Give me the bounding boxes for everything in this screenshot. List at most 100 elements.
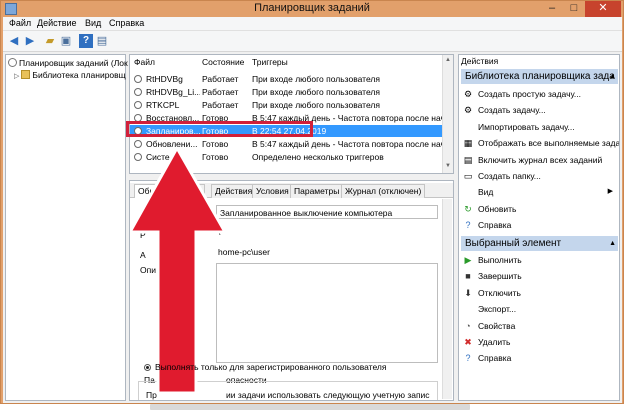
name-label: Им: [140, 209, 152, 219]
tab-settings[interactable]: Параметры: [290, 184, 344, 198]
action-selected-0[interactable]: ▶ Выполнить: [463, 253, 613, 267]
tab-history[interactable]: Журнал (отключен): [341, 184, 426, 198]
action-selected-3[interactable]: Экспорт...: [463, 302, 613, 316]
clock-icon: [134, 140, 142, 148]
submenu-arrow-icon: ▶: [607, 188, 613, 196]
menu-file[interactable]: Файл: [9, 18, 31, 28]
section-selected-item[interactable]: Выбранный элемент ▲: [461, 236, 618, 251]
action-label: Отключить: [478, 287, 521, 298]
stop-icon: ■: [465, 271, 471, 282]
action-label: Включить журнал всех заданий: [478, 154, 603, 165]
close-button[interactable]: ✕: [585, 1, 621, 17]
action-label: Создать задачу...: [478, 105, 546, 116]
action-label: Импортировать задачу...: [478, 121, 575, 132]
clock-icon: [134, 153, 142, 161]
column-header-triggers[interactable]: Триггеры: [252, 57, 288, 67]
action-library-5[interactable]: ▭ Создать папку...: [463, 169, 613, 183]
run-only-logged-on-label: Выполнять только для зарегистрированного…: [155, 362, 387, 372]
table-row[interactable]: Обновлени... Готово В 5:47 каждый день -…: [130, 138, 443, 150]
action-label: Выполнить: [478, 255, 522, 265]
action-library-3[interactable]: ▦ Отображать все выполняемые зада: [463, 136, 619, 150]
collapse-icon[interactable]: ▲: [609, 69, 616, 84]
run-only-logged-on-radio[interactable]: [144, 364, 151, 371]
actions-pane: Действия Библиотека планировщика зада ▲ ⚙…: [458, 54, 620, 401]
tab-triggers[interactable]: ры: [186, 184, 205, 198]
location-value: \: [218, 227, 221, 237]
action-label: Экспорт...: [478, 304, 517, 315]
action-library-4[interactable]: ▤ Включить журнал всех заданий: [463, 153, 613, 167]
folder-icon: [21, 70, 31, 79]
back-arrow-icon[interactable]: ◀: [7, 34, 21, 48]
action-label: Вид: [478, 187, 494, 198]
action-library-1[interactable]: ⚙ Создать задачу...: [463, 103, 613, 117]
action-label: Создать простую задачу...: [478, 89, 581, 99]
minimize-button[interactable]: –: [541, 1, 563, 17]
menu-view[interactable]: Вид: [85, 18, 101, 28]
security-text-start: Пр: [146, 390, 157, 400]
navigation-tree: Планировщик заданий (Лок ▷ Библиотека пла…: [5, 54, 128, 401]
disable-icon: ⬇: [464, 287, 472, 298]
menu-action[interactable]: Действие: [37, 18, 77, 28]
selected-task-highlight: [126, 121, 313, 137]
help-icon: ?: [465, 353, 471, 364]
new-folder-icon: ▭: [463, 171, 473, 181]
properties-icon[interactable]: ▤: [95, 34, 109, 48]
task-name-field[interactable]: Запланированное выключение компьютера: [216, 205, 438, 219]
section-scheduler-library[interactable]: Библиотека планировщика зада ▲: [461, 69, 618, 84]
action-library-8[interactable]: ? Справка: [463, 218, 613, 232]
collapse-icon[interactable]: ▲: [609, 236, 616, 251]
task-list-scrollbar[interactable]: ▲ ▼: [442, 55, 453, 173]
action-library-2[interactable]: Импортировать задачу...: [463, 120, 613, 134]
tab-general[interactable]: Общи: [134, 184, 166, 198]
table-row[interactable]: RTKCPL Работает При входе любого пользов…: [130, 99, 443, 111]
action-label: Удалить: [478, 337, 511, 347]
main-content: Планировщик заданий (Лок ▷ Библиотека пла…: [3, 52, 622, 403]
help-icon: ?: [465, 220, 471, 231]
folder-icon[interactable]: ▰: [43, 34, 57, 48]
description-field[interactable]: [216, 263, 438, 363]
action-label: Создать папку...: [478, 171, 541, 181]
help-icon[interactable]: ?: [79, 34, 93, 48]
action-label: Справка: [478, 220, 512, 231]
action-selected-2[interactable]: ⬇ Отключить: [463, 286, 613, 300]
action-library-0[interactable]: ⚙ Создать простую задачу...: [463, 87, 613, 101]
location-label: Р: [140, 230, 146, 240]
journal-icon: ▤: [463, 154, 473, 165]
maximize-button[interactable]: □: [563, 1, 585, 17]
title-bar[interactable]: Планировщик заданий – □ ✕: [1, 1, 623, 17]
scroll-down-icon[interactable]: ▼: [443, 161, 453, 171]
column-header-status[interactable]: Состояние: [202, 57, 244, 67]
tab-conditions[interactable]: Условия: [252, 184, 293, 198]
create-task-icon: ⚙: [463, 89, 473, 99]
refresh-icon: ↻: [464, 203, 472, 214]
clock-icon: [8, 58, 17, 67]
details-scrollbar[interactable]: [442, 199, 452, 399]
run-icon: ▶: [464, 255, 472, 265]
security-text-end: ии задачи использовать следующую учетную…: [226, 390, 430, 400]
menu-help[interactable]: Справка: [109, 18, 144, 28]
action-selected-6[interactable]: ? Справка: [463, 351, 613, 365]
table-row[interactable]: Систе... Готово Определено несколько три…: [130, 151, 443, 163]
column-header-name[interactable]: Файл: [134, 57, 155, 67]
action-library-6[interactable]: Вид ▶: [463, 185, 613, 199]
properties-icon: ◔: [465, 320, 471, 331]
panel-icon[interactable]: ▣: [59, 34, 73, 48]
action-selected-1[interactable]: ■ Завершить: [463, 269, 613, 283]
clock-icon: [134, 75, 142, 83]
details-tabs: Общи ры Действия Условия Параметры Журна…: [130, 183, 453, 198]
scroll-up-icon[interactable]: ▲: [443, 55, 453, 65]
toolbar: ◀ ▶ ▰ ▣ ? ▤: [3, 31, 622, 52]
clock-icon: [134, 101, 142, 109]
action-selected-5[interactable]: ✖ Удалить: [463, 335, 613, 349]
tree-item-library[interactable]: ▷ Библиотека планировщ: [14, 69, 126, 81]
tab-actions[interactable]: Действия: [211, 184, 257, 198]
task-scheduler-window: Планировщик заданий – □ ✕ Файл Действие …: [0, 0, 624, 404]
window-title: Планировщик заданий: [254, 2, 370, 14]
action-selected-4[interactable]: ◔ Свойства: [463, 319, 613, 333]
action-library-7[interactable]: ↻ Обновить: [463, 202, 613, 216]
expand-icon[interactable]: ▷: [14, 73, 19, 80]
tree-item-root[interactable]: Планировщик заданий (Лок: [8, 57, 128, 69]
table-row[interactable]: RtHDVBg Работает При входе любого пользо…: [130, 73, 443, 85]
table-row[interactable]: RtHDVBg_Li... Работает При входе любого …: [130, 86, 443, 98]
forward-arrow-icon[interactable]: ▶: [23, 34, 37, 48]
